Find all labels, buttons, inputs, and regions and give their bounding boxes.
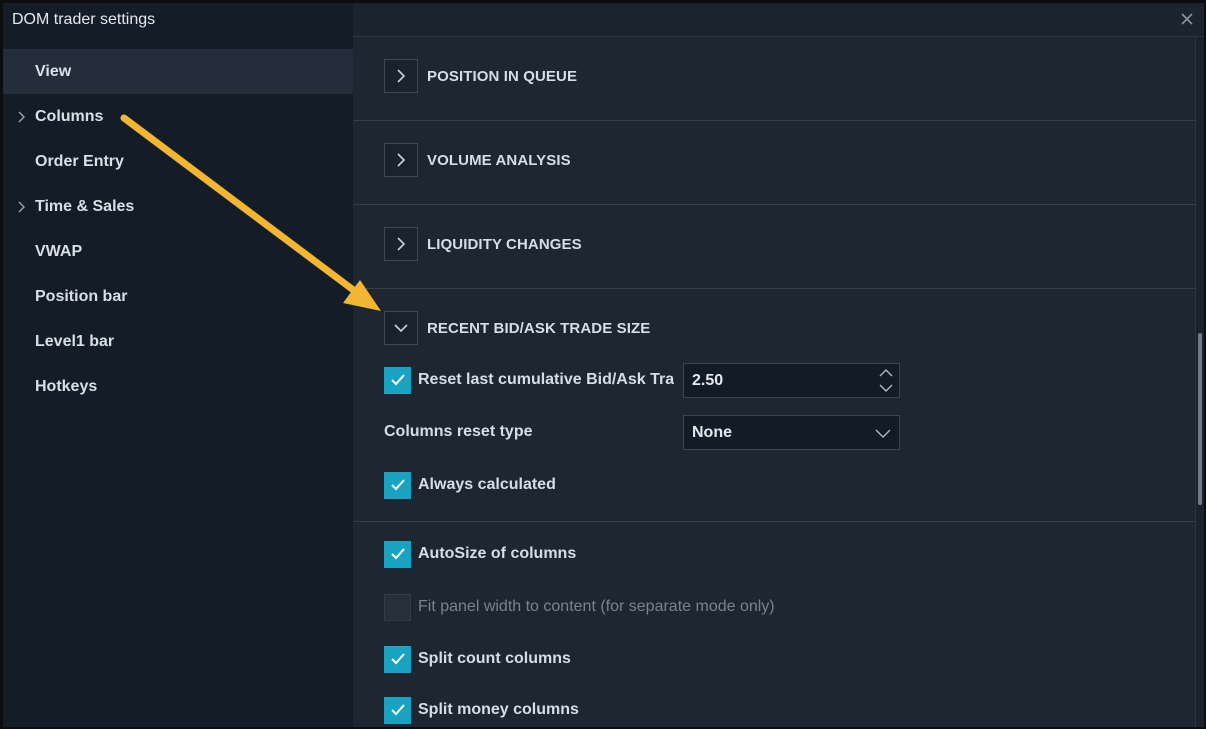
split-money-columns-label: Split money columns [418, 701, 579, 718]
chevron-right-icon [397, 153, 406, 167]
columns-reset-type-row: Columns reset type [384, 416, 532, 448]
split-money-columns-checkbox[interactable] [384, 696, 411, 724]
columns-reset-type-value: None [692, 424, 732, 441]
sidebar-item-hotkeys[interactable]: Hotkeys [3, 364, 353, 409]
autosize-columns-label: AutoSize of columns [418, 545, 577, 562]
content-scrollbar[interactable] [1195, 37, 1204, 727]
sidebar-item-label: Columns [35, 108, 104, 125]
fit-panel-width-label: Fit panel width to content (for separate… [418, 598, 775, 615]
sidebar-item-level1-bar[interactable]: Level1 bar [3, 319, 353, 364]
section-header[interactable]: LIQUIDITY CHANGES [384, 227, 582, 261]
reset-last-checkbox[interactable] [384, 366, 411, 394]
chevron-down-icon [394, 324, 408, 333]
sidebar-item-label: Level1 bar [35, 333, 115, 350]
sidebar-item-columns[interactable]: Columns [3, 94, 353, 139]
sidebar-item-position-bar[interactable]: Position bar [3, 274, 353, 319]
close-button[interactable] [1178, 10, 1196, 28]
checkmark-icon [390, 548, 405, 560]
split-count-columns-label: Split count columns [418, 650, 571, 667]
content-header-bar [353, 3, 1204, 37]
sidebar-item-label: View [35, 63, 72, 80]
reset-interval-stepper[interactable]: 2.50 [683, 363, 900, 398]
columns-reset-type-label: Columns reset type [384, 423, 533, 440]
scrollbar-thumb[interactable] [1198, 333, 1202, 505]
section-header[interactable]: RECENT BID/ASK TRADE SIZE [384, 311, 650, 345]
chevron-up-icon [879, 369, 893, 377]
reset-last-label: Reset last cumulative Bid/Ask Trade size [418, 371, 674, 388]
sidebar-item-label: Order Entry [35, 153, 124, 170]
checkmark-icon [390, 653, 405, 665]
checkmark-icon [390, 704, 405, 716]
settings-window: DOM trader settings View Columns Order E… [3, 3, 1204, 727]
always-calculated-row: Always calculated [384, 469, 556, 501]
sidebar-item-time-and-sales[interactable]: Time & Sales [3, 184, 353, 229]
section-header[interactable]: POSITION IN QUEUE [384, 59, 577, 93]
section-position-in-queue: POSITION IN QUEUE [354, 37, 1195, 121]
sidebar-item-label: Time & Sales [35, 198, 135, 215]
section-title: LIQUIDITY CHANGES [427, 235, 582, 253]
sidebar-nav: View Columns Order Entry Time & Sales VW… [3, 49, 353, 409]
section-title: VOLUME ANALYSIS [427, 151, 571, 169]
sidebar-item-label: Position bar [35, 288, 128, 305]
window-title: DOM trader settings [12, 11, 156, 28]
fit-panel-width-checkbox [384, 593, 411, 621]
expand-button[interactable] [384, 59, 418, 93]
expand-button[interactable] [384, 227, 418, 261]
autosize-columns-checkbox[interactable] [384, 540, 411, 568]
sidebar: DOM trader settings View Columns Order E… [3, 3, 353, 727]
checkmark-icon [390, 374, 405, 386]
reset-interval-value: 2.50 [692, 372, 724, 389]
reset-last-row: Reset last cumulative Bid/Ask Trade size [384, 364, 674, 396]
section-title: POSITION IN QUEUE [427, 67, 578, 85]
always-calculated-label: Always calculated [418, 476, 556, 493]
split-money-columns-row: Split money columns [384, 694, 579, 726]
section-liquidity-changes: LIQUIDITY CHANGES [354, 205, 1195, 289]
chevron-right-icon [397, 237, 406, 251]
columns-reset-type-select[interactable]: None [683, 415, 900, 450]
section-title: RECENT BID/ASK TRADE SIZE [427, 319, 651, 337]
section-volume-analysis: VOLUME ANALYSIS [354, 121, 1195, 205]
stepper-arrows[interactable] [877, 367, 895, 394]
chevron-right-icon [397, 69, 406, 83]
sidebar-item-label: VWAP [35, 243, 83, 260]
section-header[interactable]: VOLUME ANALYSIS [384, 143, 571, 177]
sidebar-item-vwap[interactable]: VWAP [3, 229, 353, 274]
checkmark-icon [390, 479, 405, 491]
expand-button[interactable] [384, 143, 418, 177]
split-count-columns-checkbox[interactable] [384, 645, 411, 673]
autosize-columns-row: AutoSize of columns [384, 538, 576, 570]
sidebar-item-label: Hotkeys [35, 378, 98, 395]
close-icon[interactable] [1178, 10, 1196, 28]
chevron-right-icon[interactable] [16, 94, 26, 139]
settings-content: POSITION IN QUEUE VOLUME ANALYSIS LIQUID… [354, 37, 1195, 727]
chevron-right-icon[interactable] [16, 184, 26, 229]
sidebar-item-order-entry[interactable]: Order Entry [3, 139, 353, 184]
always-calculated-checkbox[interactable] [384, 471, 411, 499]
sidebar-item-view[interactable]: View [3, 49, 353, 94]
fit-panel-width-row: Fit panel width to content (for separate… [384, 591, 775, 623]
chevron-down-icon [875, 429, 891, 438]
chevron-down-icon [879, 384, 893, 392]
collapse-button[interactable] [384, 311, 418, 345]
split-count-columns-row: Split count columns [384, 643, 571, 675]
section-recent-bid-ask-trade-size: RECENT BID/ASK TRADE SIZE Reset last cum… [354, 289, 1195, 522]
